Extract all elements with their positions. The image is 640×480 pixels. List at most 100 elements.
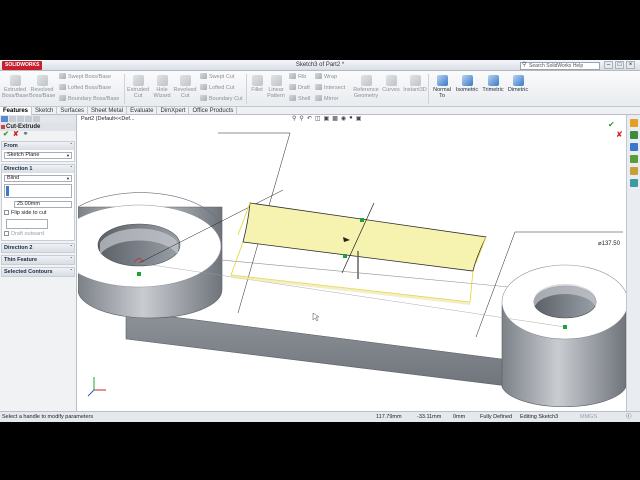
boundary-boss-button[interactable]: Boundary Boss/Base	[59, 95, 119, 103]
zoom-area-icon[interactable]: ⚲	[299, 115, 303, 123]
status-units[interactable]: MMGS	[580, 412, 597, 422]
handle-top[interactable]	[360, 218, 364, 222]
close-icon[interactable]: ×	[626, 61, 635, 69]
minimize-icon[interactable]: –	[604, 61, 613, 69]
swept-boss-button[interactable]: Swept Boss/Base	[59, 73, 111, 81]
scene-icon[interactable]: ▣	[356, 115, 362, 123]
trimetric-icon	[487, 75, 499, 86]
curves-button[interactable]: Curves	[381, 75, 401, 93]
boundary-cut-button[interactable]: Boundary Cut	[200, 95, 243, 103]
handle-bottom[interactable]	[343, 254, 347, 258]
origin-marker-left[interactable]	[137, 272, 141, 276]
zoom-fit-icon[interactable]: ⚲	[292, 115, 296, 123]
hide-show-icon[interactable]: ◉	[341, 115, 346, 123]
trimetric-button[interactable]: Trimetric	[480, 75, 506, 93]
tab-dimxpert[interactable]: DimXpert	[157, 107, 190, 115]
dimetric-button[interactable]: Dimetric	[506, 75, 530, 93]
confirm-cancel-icon[interactable]: ✘	[616, 130, 623, 139]
revolved-cut-button[interactable]: Revolved Cut	[173, 75, 197, 99]
extruded-cut-button[interactable]: Extruded Cut	[126, 75, 150, 99]
dimxpert-icon[interactable]	[25, 116, 32, 122]
toolbar-divider	[428, 74, 429, 104]
window-controls: – □ ×	[604, 61, 635, 69]
isometric-button[interactable]: Isometric	[454, 75, 480, 93]
feature-tree-icon[interactable]	[1, 116, 8, 122]
reference-geometry-button[interactable]: Reference Geometry	[350, 75, 382, 99]
configuration-icon[interactable]	[17, 116, 24, 122]
tab-sketch[interactable]: Sketch	[32, 107, 58, 115]
direction2-header[interactable]: Direction 2 ˇ	[2, 244, 74, 252]
sketch-profile[interactable]	[242, 202, 487, 272]
model-view[interactable]: ⌀137.50 ✔ ✘	[78, 115, 626, 411]
graphics-area[interactable]: ⌀137.50 ✔ ✘ Part2 (Default<<Def... ⚲ ⚲ ↶…	[78, 115, 626, 411]
help-icon[interactable]: ⓘ	[626, 412, 632, 422]
rib-button[interactable]: Rib	[289, 73, 306, 81]
custom-properties-icon[interactable]	[629, 179, 638, 187]
extruded-boss-button[interactable]: Extruded Boss/Base	[2, 75, 28, 99]
display-style-icon[interactable]: ▩	[332, 115, 338, 123]
view-orientation-icon[interactable]: ▣	[324, 115, 330, 123]
appearances-icon[interactable]	[629, 167, 638, 175]
flip-side-checkbox[interactable]: Flip side to cut	[4, 210, 72, 217]
flyout-feature-tree[interactable]: Part2 (Default<<Def...	[81, 116, 135, 122]
from-header[interactable]: From ˆ	[2, 142, 74, 150]
appearance-icon[interactable]: ●	[349, 115, 353, 123]
section-view-icon[interactable]: ◫	[315, 115, 321, 123]
previous-view-icon[interactable]: ↶	[307, 115, 312, 123]
direction1-header[interactable]: Direction 1 ˆ	[2, 165, 74, 173]
help-search-placeholder: Search SolidWorks Help	[529, 63, 584, 69]
dimetric-icon	[512, 75, 524, 86]
end-condition-select[interactable]: Blind ▼	[4, 175, 72, 182]
direction2-group: Direction 2 ˇ	[1, 243, 75, 253]
from-select[interactable]: Sketch Plane ▼	[4, 152, 72, 159]
hole-wizard-button[interactable]: Hole Wizard	[151, 75, 173, 99]
draft-button[interactable]: Draft	[289, 84, 310, 92]
origin-marker-right[interactable]	[563, 325, 567, 329]
ok-icon[interactable]: ✔	[3, 131, 9, 138]
swept-cut-icon	[200, 73, 207, 79]
design-library-icon[interactable]	[629, 131, 638, 139]
lofted-cut-button[interactable]: Lofted Cut	[200, 84, 234, 92]
intersect-button[interactable]: Intersect	[315, 84, 345, 92]
tab-features[interactable]: Features	[0, 107, 33, 115]
property-manager-icon[interactable]	[9, 116, 16, 122]
task-pane	[626, 115, 640, 411]
resources-icon[interactable]	[629, 119, 638, 127]
fillet-icon	[251, 75, 263, 86]
wrap-icon	[315, 73, 322, 79]
dimension-label[interactable]: ⌀137.50	[598, 241, 621, 247]
help-icon[interactable]: ⚭	[23, 131, 29, 138]
instant3d-button[interactable]: Instant3D	[402, 75, 428, 93]
tab-sheet-metal[interactable]: Sheet Metal	[88, 107, 128, 115]
draft-angle-box[interactable]	[6, 219, 48, 229]
mirror-button[interactable]: Mirror	[315, 95, 338, 103]
fillet-button[interactable]: Fillet	[248, 75, 266, 93]
boundary-boss-icon	[59, 95, 66, 101]
lofted-boss-button[interactable]: Lofted Boss/Base	[59, 84, 111, 92]
tab-surfaces[interactable]: Surfaces	[57, 107, 89, 115]
display-manager-icon[interactable]	[33, 116, 40, 122]
revolved-boss-button[interactable]: Revolved Boss/Base	[29, 75, 55, 99]
depth-input[interactable]: 25.00mm	[14, 201, 72, 208]
instant3d-icon	[409, 75, 421, 86]
normal-to-button[interactable]: Normal To	[430, 75, 454, 99]
boundary-cut-icon	[200, 95, 207, 101]
thin-feature-header[interactable]: Thin Feature ˇ	[2, 256, 74, 264]
shell-button[interactable]: Shell	[289, 95, 310, 103]
file-explorer-icon[interactable]	[629, 143, 638, 151]
direction-vector-box[interactable]	[4, 184, 72, 198]
tab-evaluate[interactable]: Evaluate	[127, 107, 158, 115]
tab-office-products[interactable]: Office Products	[189, 107, 238, 115]
selected-contours-header[interactable]: Selected Contours ˇ	[2, 268, 74, 276]
swept-cut-button[interactable]: Swept Cut	[200, 73, 234, 81]
shell-icon	[289, 95, 296, 101]
help-search-input[interactable]: ⚲ Search SolidWorks Help	[520, 62, 600, 70]
view-palette-icon[interactable]	[629, 155, 638, 163]
linear-pattern-button[interactable]: Linear Pattern	[266, 75, 286, 99]
confirm-ok-icon[interactable]: ✔	[608, 120, 615, 129]
command-manager-tabs: Features Sketch Surfaces Sheet Metal Eva…	[0, 107, 640, 115]
reference-geometry-icon	[360, 75, 372, 86]
cancel-icon[interactable]: ✘	[13, 131, 19, 138]
maximize-icon[interactable]: □	[615, 61, 624, 69]
wrap-button[interactable]: Wrap	[315, 73, 337, 81]
